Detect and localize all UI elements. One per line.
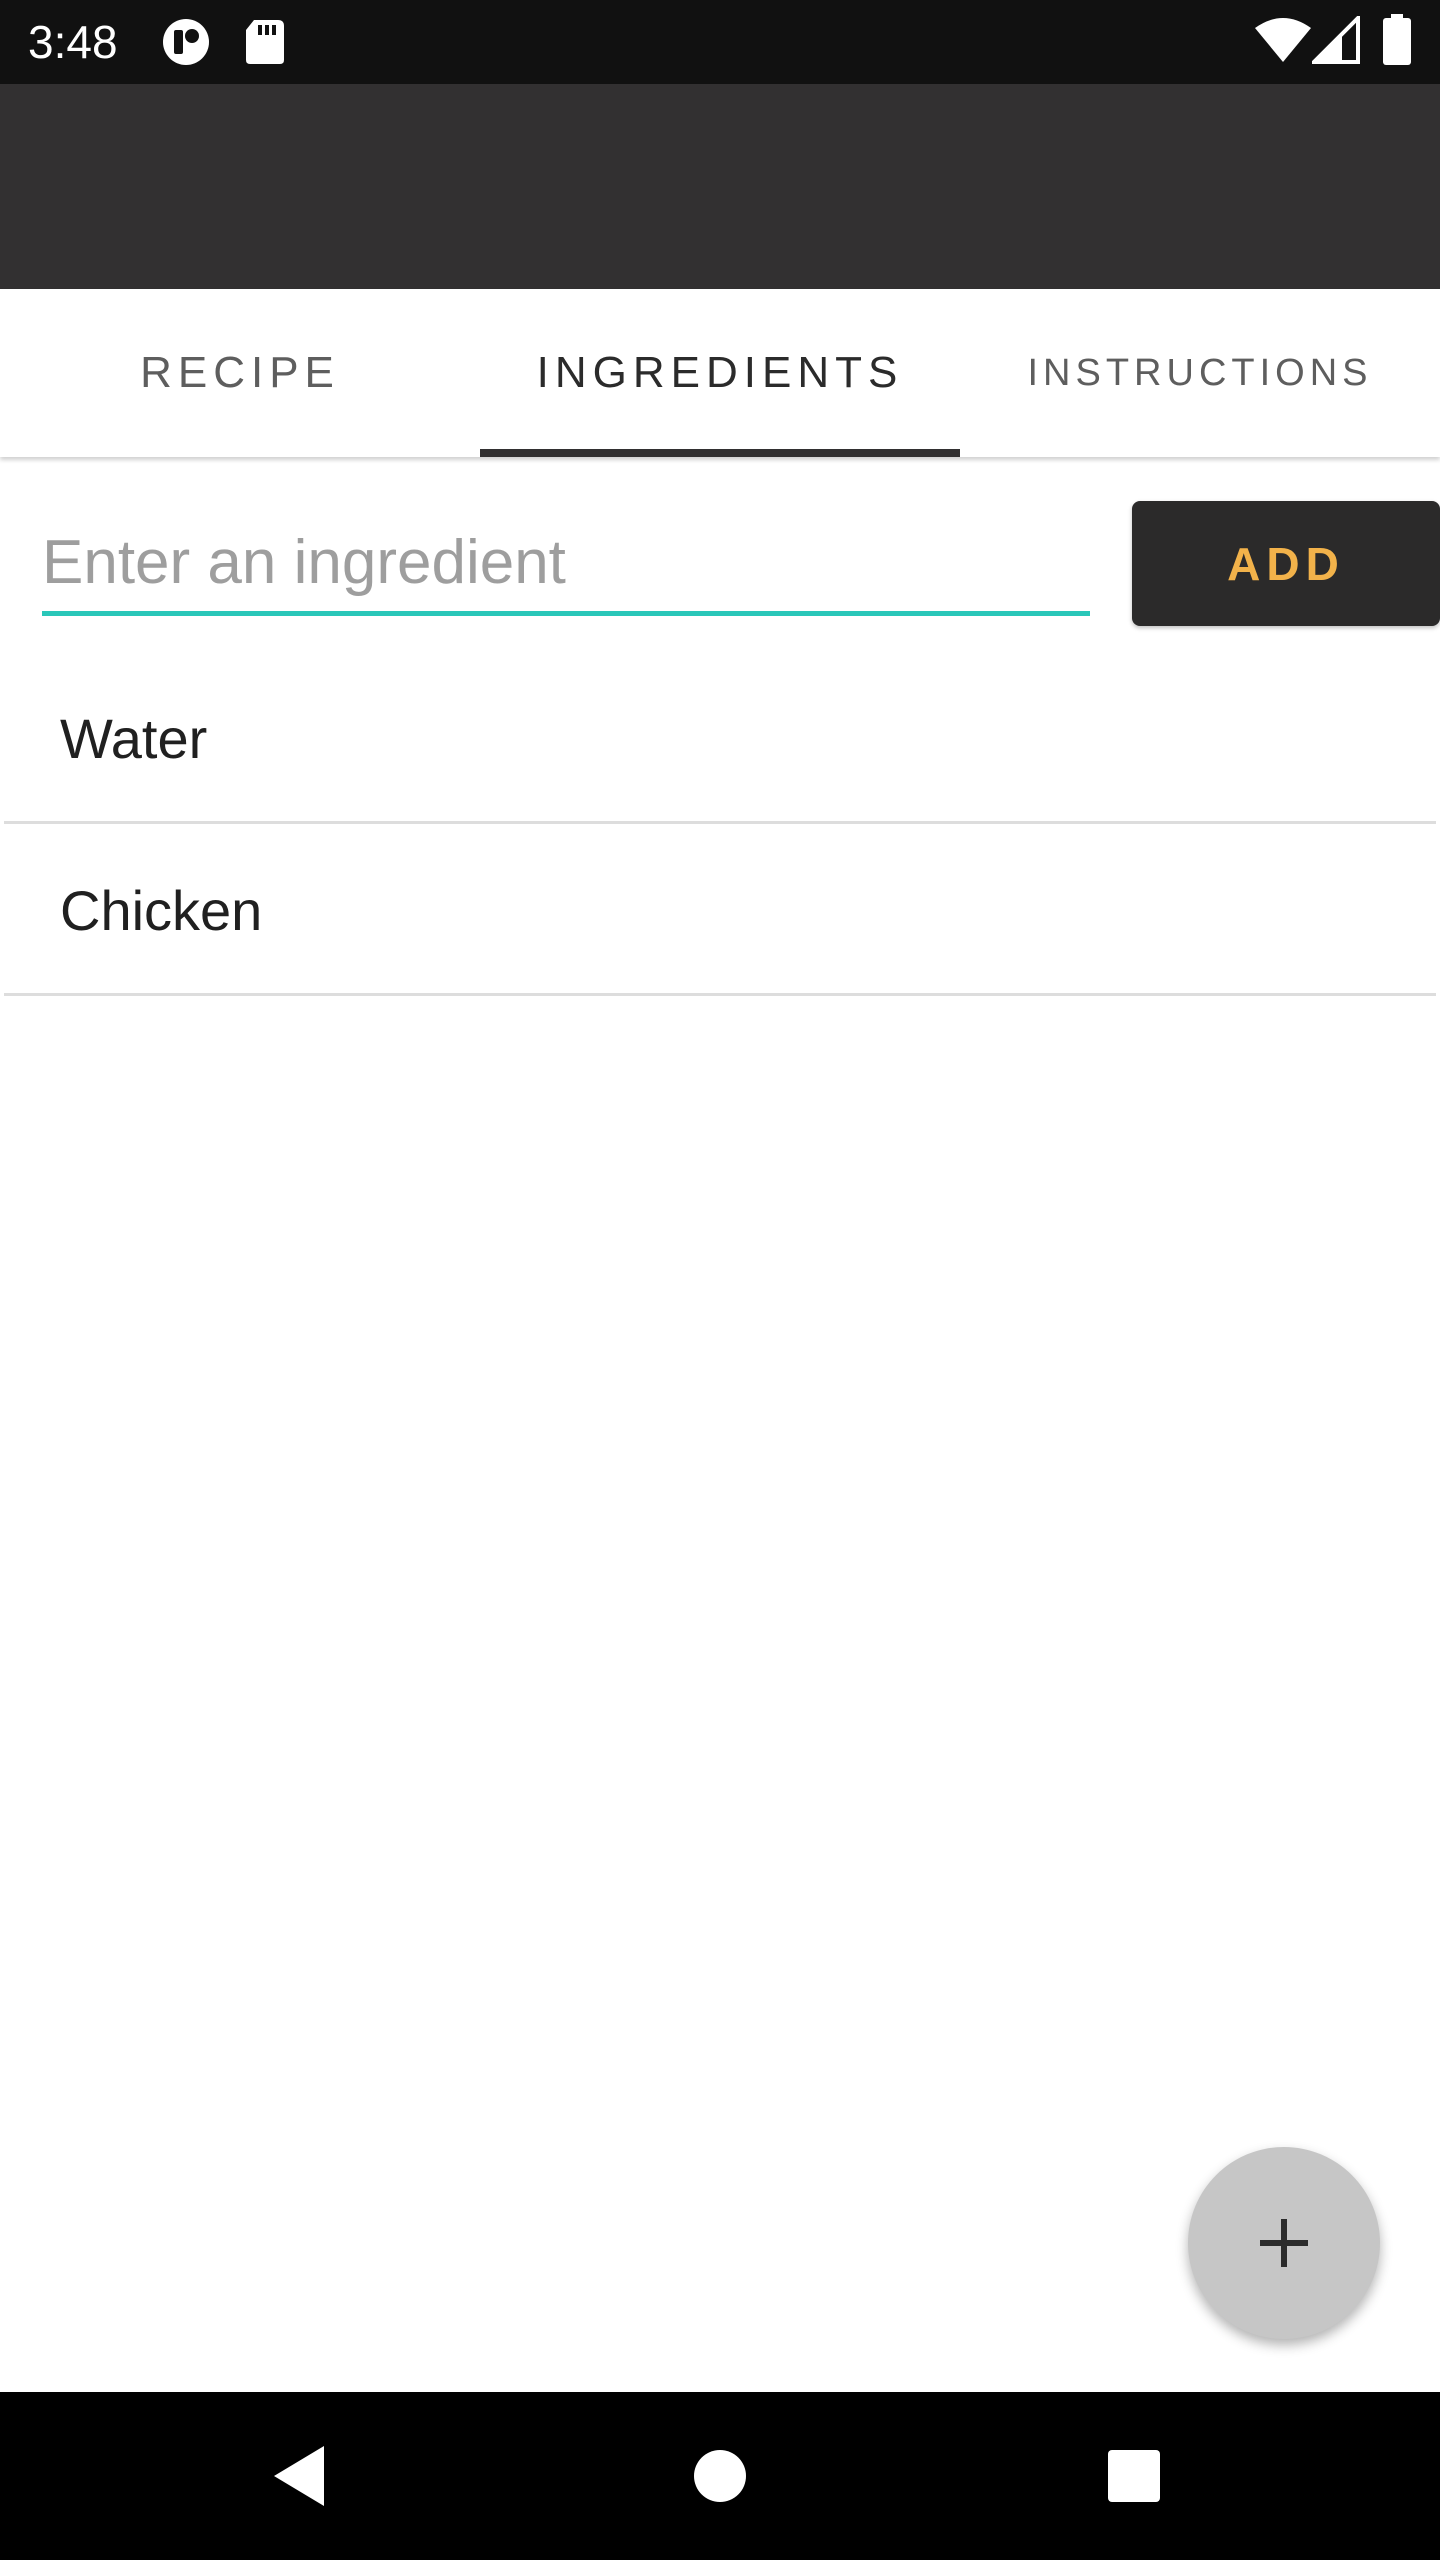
tab-ingredients-label: INGREDIENTS — [536, 348, 904, 397]
tab-instructions-label: INSTRUCTIONS — [1027, 351, 1373, 394]
ingredient-input[interactable] — [42, 520, 1090, 616]
tab-bar: RECIPE INGREDIENTS INSTRUCTIONS — [0, 289, 1440, 457]
list-divider — [4, 993, 1436, 996]
plus-icon — [1260, 2219, 1308, 2267]
status-bar: 3:48 — [0, 0, 1440, 84]
add-fab-button[interactable] — [1188, 2147, 1380, 2339]
home-button[interactable] — [636, 2392, 804, 2560]
ingredient-list: Water Chicken — [0, 652, 1440, 996]
list-item[interactable]: Chicken — [0, 824, 1440, 996]
tab-ingredients[interactable]: INGREDIENTS — [480, 289, 960, 457]
status-time: 3:48 — [28, 16, 118, 68]
cellular-signal-icon — [1312, 16, 1360, 64]
battery-icon — [1382, 14, 1412, 65]
wifi-icon — [1254, 16, 1312, 64]
add-button[interactable]: ADD — [1132, 501, 1440, 626]
screen: 3:48 RECIPE INGREDIENTS INSTRUCTIONS Ent… — [0, 0, 1440, 2560]
back-button[interactable] — [216, 2392, 384, 2560]
notification-app-icon — [162, 18, 214, 66]
ingredient-name: Chicken — [60, 878, 263, 942]
tab-recipe-label: RECIPE — [140, 348, 340, 397]
sd-card-icon — [244, 18, 286, 66]
recents-button[interactable] — [1050, 2392, 1218, 2560]
home-icon — [694, 2450, 746, 2502]
ingredient-name: Water — [60, 706, 208, 770]
selected-tab-indicator — [480, 449, 960, 457]
list-item[interactable]: Water — [0, 652, 1440, 824]
recents-icon — [1108, 2450, 1160, 2502]
back-icon — [274, 2446, 324, 2506]
navigation-bar — [0, 2392, 1440, 2560]
app-bar — [0, 84, 1440, 289]
tab-instructions[interactable]: INSTRUCTIONS — [960, 289, 1440, 457]
tab-recipe[interactable]: RECIPE — [0, 289, 480, 457]
